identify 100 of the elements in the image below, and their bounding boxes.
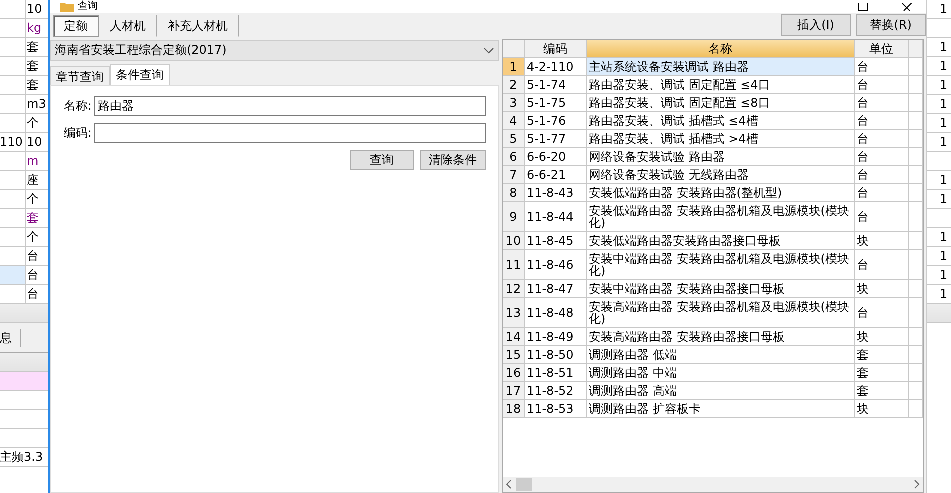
- scroll-right-icon[interactable]: [914, 480, 920, 489]
- row-number[interactable]: 2: [502, 76, 525, 94]
- table-cell: [908, 232, 924, 250]
- table-row[interactable]: 台: [0, 266, 48, 285]
- table-cell: [908, 400, 924, 418]
- table-cell: 1: [927, 38, 951, 57]
- close-icon[interactable]: [902, 2, 912, 10]
- table-cell: 5-1-74: [524, 76, 587, 94]
- table-cell: [908, 328, 924, 346]
- column-header[interactable]: 单位: [854, 40, 909, 58]
- tab[interactable]: 定额: [52, 15, 99, 37]
- row-number[interactable]: 12: [502, 280, 525, 298]
- table-cell: [908, 346, 924, 364]
- tab[interactable]: 章节查询: [50, 66, 110, 85]
- input-field[interactable]: [94, 123, 486, 143]
- table-cell: 1: [927, 133, 951, 152]
- table-cell: [908, 364, 924, 382]
- tab[interactable]: 人材机: [98, 15, 157, 37]
- table-cell: 1: [927, 114, 951, 133]
- table-cell-text: 座: [26, 172, 40, 189]
- table-cell: 路由器安装、调试 插槽式 ≤4槽: [586, 112, 855, 130]
- table-cell: 1: [927, 95, 951, 114]
- scroll-left-icon[interactable]: [506, 480, 512, 489]
- tab[interactable]: 补充人材机: [156, 15, 239, 37]
- table-cell: 套: [854, 382, 909, 400]
- table-cell: [908, 166, 924, 184]
- table-cell: [908, 94, 924, 112]
- table-cell: 11-8-48: [524, 298, 587, 328]
- row-number[interactable]: 9: [502, 202, 525, 232]
- table-cell: [908, 76, 924, 94]
- toolbar-button[interactable]: 插入(I): [781, 14, 852, 36]
- table-cell-text: 台: [26, 286, 40, 303]
- table-cell: 台: [854, 130, 909, 148]
- search-button[interactable]: 查询: [350, 150, 414, 170]
- table-row[interactable]: [0, 372, 48, 391]
- table-cell: 块: [854, 400, 909, 418]
- input-field[interactable]: 路由器: [94, 96, 486, 116]
- field-label: 名称:: [62, 98, 92, 114]
- chevron-down-icon: [484, 48, 494, 54]
- table-cell: 台: [854, 58, 909, 76]
- header-cell: [502, 40, 525, 58]
- table-cell: 6-6-21: [524, 166, 587, 184]
- table-cell: 11-8-43: [524, 184, 587, 202]
- row-number[interactable]: 11: [502, 250, 525, 280]
- table-cell-text: 个: [26, 191, 40, 208]
- column-header[interactable]: 编码: [524, 40, 587, 58]
- table-cell: 安装中端路由器 安装路由器机箱及电源模块(模块化): [586, 250, 855, 280]
- row-number[interactable]: 5: [502, 130, 525, 148]
- row-number[interactable]: 17: [502, 382, 525, 400]
- table-cell: 套: [854, 346, 909, 364]
- tab[interactable]: 条件查询: [110, 64, 170, 85]
- row-number[interactable]: 8: [502, 184, 525, 202]
- table-cell: [908, 148, 924, 166]
- maximize-icon[interactable]: [858, 2, 868, 10]
- row-number[interactable]: 15: [502, 346, 525, 364]
- row-number[interactable]: 18: [502, 400, 525, 418]
- table-cell: 110: [0, 133, 26, 151]
- table-cell: 5-1-76: [524, 112, 587, 130]
- table-cell: [908, 382, 924, 400]
- table-header: [0, 353, 48, 372]
- table-cell: 路由器安装、调试 固定配置 ≤8口: [586, 94, 855, 112]
- table-cell: 11-8-47: [524, 280, 587, 298]
- row-number[interactable]: 13: [502, 298, 525, 328]
- table-cell: [908, 280, 924, 298]
- library-dropdown[interactable]: 海南省安装工程综合定额(2017): [50, 40, 499, 61]
- table-cell: 1: [927, 76, 951, 95]
- horizontal-scrollbar[interactable]: [502, 477, 924, 492]
- search-button[interactable]: 清除条件: [420, 150, 486, 170]
- table-cell: 主站系统设备安装调试 路由器: [586, 58, 855, 76]
- row-number[interactable]: 6: [502, 148, 525, 166]
- row-number[interactable]: 14: [502, 328, 525, 346]
- table-cell-text: 套: [26, 77, 40, 94]
- table-cell: [908, 58, 924, 76]
- row-number[interactable]: 1: [502, 58, 525, 76]
- table-cell: 安装低端路由器 安装路由器(整机型): [586, 184, 855, 202]
- scrollbar-thumb[interactable]: [516, 478, 532, 491]
- table-cell-text: 套: [26, 58, 40, 75]
- row-number[interactable]: 10: [502, 232, 525, 250]
- column-header[interactable]: 名称: [586, 40, 855, 58]
- table-cell: 台: [854, 184, 909, 202]
- table-cell: 台: [854, 112, 909, 130]
- toolbar-button[interactable]: 替换(R): [856, 14, 926, 36]
- table-cell: 块: [854, 232, 909, 250]
- table-cell: 11-8-49: [524, 328, 587, 346]
- row-number[interactable]: 3: [502, 94, 525, 112]
- table-cell: 台: [854, 202, 909, 232]
- row-number[interactable]: 7: [502, 166, 525, 184]
- table-cell: [908, 202, 924, 232]
- row-number[interactable]: 16: [502, 364, 525, 382]
- row-number[interactable]: 4: [502, 112, 525, 130]
- table-cell: 1: [927, 228, 951, 247]
- table-cell: 安装低端路由器安装路由器接口母板: [586, 232, 855, 250]
- tab[interactable]: 息: [0, 328, 21, 346]
- table-cell: 路由器安装、调试 插槽式 >4槽: [586, 130, 855, 148]
- table-cell-text: 台: [26, 267, 40, 284]
- table-cell: 11-8-52: [524, 382, 587, 400]
- table-cell: 台: [854, 94, 909, 112]
- table-cell: 套: [854, 364, 909, 382]
- table-cell-text: m3: [26, 96, 48, 113]
- table-cell: 11-8-46: [524, 250, 587, 280]
